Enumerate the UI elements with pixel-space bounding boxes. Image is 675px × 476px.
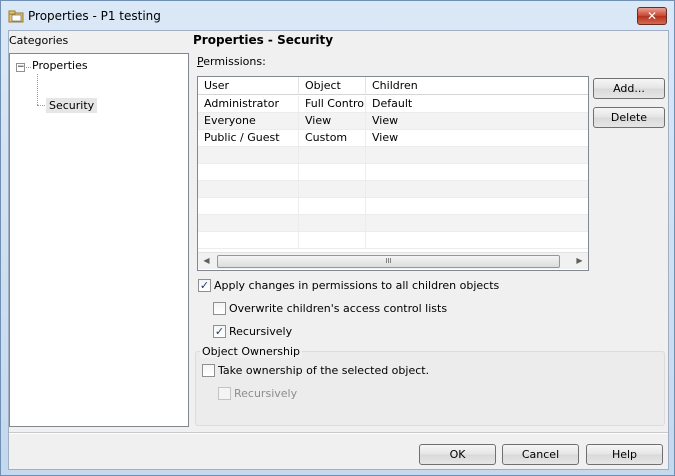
object-ownership-label: Object Ownership: [200, 345, 302, 358]
empty-cell: [198, 164, 299, 181]
table-row[interactable]: Public / Guest Custom View: [198, 130, 588, 147]
empty-cell: [198, 181, 299, 198]
grip-icon: III: [385, 257, 392, 265]
permissions-label-text: ermissions:: [203, 55, 266, 68]
delete-button[interactable]: Delete: [593, 107, 665, 128]
column-header-user[interactable]: User: [198, 77, 299, 95]
empty-cell: [198, 232, 299, 249]
empty-row: [198, 181, 588, 198]
empty-cell: [198, 198, 299, 215]
empty-cell: [366, 147, 588, 164]
cell-children: View: [372, 131, 399, 144]
divider: [9, 432, 668, 434]
cell-user: Administrator: [198, 96, 299, 113]
scroll-left-arrow-icon[interactable]: ◀: [198, 253, 215, 269]
overwrite-acl-label[interactable]: Overwrite children's access control list…: [229, 302, 447, 315]
apply-children-label[interactable]: Apply changes in permissions to all chil…: [214, 279, 499, 292]
permissions-label: Permissions:: [197, 55, 266, 68]
cell-user: Everyone: [198, 113, 299, 130]
close-icon: ✕: [646, 9, 658, 23]
scroll-right-arrow-icon[interactable]: ▶: [571, 253, 588, 269]
empty-cell: [198, 215, 299, 232]
cell-object: Full Control: [299, 96, 366, 113]
empty-cell: [198, 147, 299, 164]
empty-cell: [366, 181, 588, 198]
empty-cell: [299, 198, 366, 215]
apply-children-checkbox[interactable]: ✓: [198, 279, 211, 292]
cancel-button[interactable]: Cancel: [502, 444, 579, 465]
empty-cell: [299, 215, 366, 232]
empty-cell: [299, 164, 366, 181]
table-header: User Object Children: [198, 77, 588, 95]
tree-item-properties[interactable]: Properties: [31, 58, 89, 73]
overwrite-acl-checkbox[interactable]: [213, 302, 226, 315]
empty-cell: [366, 164, 588, 181]
help-button[interactable]: Help: [586, 444, 663, 465]
scrollbar-thumb[interactable]: III: [217, 255, 560, 268]
recursively-checkbox[interactable]: ✓: [213, 325, 226, 338]
cell-object: View: [299, 113, 366, 130]
cell-children: Default: [372, 97, 413, 110]
empty-row: [198, 215, 588, 232]
empty-cell: [299, 147, 366, 164]
take-ownership-label[interactable]: Take ownership of the selected object.: [218, 364, 429, 377]
ownership-recursively-checkbox: [218, 387, 231, 400]
column-header-children[interactable]: Children: [366, 77, 588, 95]
categories-label: Categories: [9, 34, 69, 47]
properties-app-icon: [8, 10, 24, 23]
cell-object: Custom: [299, 130, 366, 147]
category-tree[interactable]: − Properties Security: [9, 53, 189, 427]
properties-window: Properties - P1 testing ✕ Categories − P…: [0, 0, 675, 476]
cell-children: View: [372, 114, 399, 127]
tree-connector: [37, 74, 38, 105]
table-row[interactable]: Everyone View View: [198, 113, 588, 130]
empty-cell: [366, 215, 588, 232]
empty-cell: [366, 232, 588, 249]
add-button[interactable]: Add...: [593, 78, 665, 99]
window-title: Properties - P1 testing: [28, 9, 161, 23]
table-row[interactable]: Administrator Full Control Default: [198, 96, 588, 113]
empty-row: [198, 147, 588, 164]
horizontal-scrollbar[interactable]: ◀ III ▶: [198, 252, 588, 269]
empty-cell: [299, 181, 366, 198]
empty-row: [198, 164, 588, 181]
take-ownership-checkbox[interactable]: [202, 364, 215, 377]
empty-row: [198, 198, 588, 215]
dialog-client-area: Categories − Properties Security Propert…: [8, 30, 669, 470]
tree-connector: [37, 105, 45, 106]
panel-heading: Properties - Security: [193, 33, 334, 47]
ownership-recursively-label: Recursively: [234, 387, 298, 400]
title-bar[interactable]: Properties - P1 testing ✕: [1, 1, 674, 31]
empty-cell: [366, 198, 588, 215]
tree-collapse-icon[interactable]: −: [16, 63, 25, 72]
permissions-table[interactable]: User Object Children Administrator Full …: [197, 76, 589, 271]
close-button[interactable]: ✕: [637, 7, 667, 25]
empty-row: [198, 232, 588, 249]
tree-item-security[interactable]: Security: [46, 98, 98, 113]
recursively-label[interactable]: Recursively: [229, 325, 292, 338]
table-body: Administrator Full Control Default Every…: [198, 96, 588, 252]
column-header-object[interactable]: Object: [299, 77, 366, 95]
cell-user: Public / Guest: [198, 130, 299, 147]
empty-cell: [299, 232, 366, 249]
ok-button[interactable]: OK: [419, 444, 496, 465]
